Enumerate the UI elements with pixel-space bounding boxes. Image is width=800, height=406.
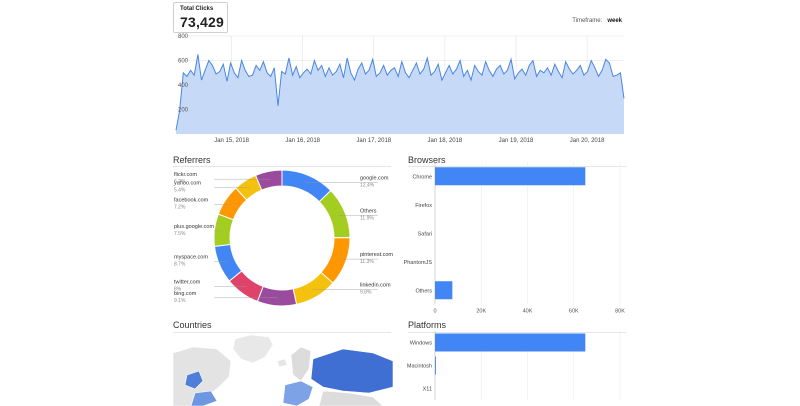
clicks-timeline-chart: 800 600 400 200 Jan 15, 2018 Jan 16, 2018 Jan … [175, 34, 625, 144]
slice-percent: 8% [174, 287, 182, 293]
bar-category-label: Others [415, 288, 432, 294]
x-tick-label: Jan 20, 2018 [570, 138, 605, 144]
bar-category-label: X11 [423, 387, 432, 393]
bar-category-label: Windows [410, 341, 433, 347]
map-europe [282, 380, 314, 406]
y-tick-label: 200 [178, 108, 189, 114]
bar-category-label: Chrome [412, 174, 432, 180]
y-tick-label: 400 [178, 83, 189, 89]
timeframe-selector[interactable]: Timeframe: week [572, 18, 622, 24]
countries-map [173, 335, 393, 406]
clicks-area [176, 54, 624, 134]
x-tick-label: Jan 17, 2018 [356, 138, 391, 144]
slice-percent: 5.4% [174, 188, 186, 194]
x-tick-label: Jan 18, 2018 [428, 138, 463, 144]
bar-category-label: Firefox [415, 203, 432, 209]
slice-label: myspace.com [174, 255, 208, 261]
y-tick-label: 600 [178, 59, 189, 65]
slice-label: Others [360, 208, 377, 214]
countries-title: Countries [173, 320, 212, 330]
total-clicks-card: Total Clicks 73,429 [173, 2, 228, 33]
platforms-bar-chart: Windows Macintosh X11 [407, 331, 621, 400]
y-tick-label: 800 [178, 34, 189, 40]
countries-divider [173, 332, 391, 333]
browsers-bar-chart: 0 20K 40K 60K 80K Chrome Firefox Safari PhantomJ… [404, 162, 625, 315]
timeframe-value[interactable]: week [607, 18, 622, 24]
donut-slice[interactable] [256, 285, 298, 307]
slice-percent: 7.5% [174, 231, 186, 237]
slice-percent: 11.3% [360, 259, 374, 265]
slice-label: pinterest.com [360, 252, 393, 258]
total-clicks-value: 73,429 [180, 14, 225, 30]
map-us-highlight [190, 390, 218, 406]
x-tick-label: Jan 15, 2018 [214, 138, 249, 144]
slice-percent: 7.2% [174, 205, 186, 211]
bar-x-tick: 20K [476, 309, 486, 315]
x-tick-label: Jan 16, 2018 [285, 138, 320, 144]
bar-category-label: PhantomJS [404, 260, 433, 266]
map-iceland [276, 358, 288, 368]
slice-label: twitter.com [174, 280, 201, 286]
bar[interactable] [435, 167, 586, 186]
bar-x-tick: 0 [433, 309, 436, 315]
map-asia [318, 390, 384, 406]
map-russia [310, 348, 393, 394]
total-clicks-label: Total Clicks [180, 6, 214, 12]
slice-label: linkedin.com [360, 283, 391, 289]
slice-percent: 12.4% [360, 183, 375, 189]
bar-category-label: Macintosh [407, 364, 432, 370]
slice-percent: 9.8% [360, 290, 372, 296]
bar-category-label: Safari [418, 231, 432, 237]
bar-x-tick: 80K [615, 309, 625, 315]
slice-percent: 6.2% [174, 179, 186, 185]
donut-slice[interactable] [292, 271, 334, 306]
x-tick-label: Jan 19, 2018 [499, 138, 534, 144]
referrers-donut-chart: google.com12.4% Others11.9% pinterest.com1… [174, 169, 393, 307]
bar-x-tick: 60K [569, 309, 579, 315]
bar[interactable] [435, 333, 586, 352]
slice-percent: 8.7% [174, 262, 186, 268]
slice-label: flickr.com [174, 172, 197, 178]
slice-percent: 11.9% [360, 215, 374, 221]
map-scandinavia [290, 346, 312, 382]
donut-slice[interactable] [318, 189, 351, 239]
bar[interactable] [435, 281, 453, 300]
donut-slice[interactable] [281, 169, 332, 203]
bar[interactable] [435, 356, 436, 375]
timeframe-label: Timeframe: [572, 18, 603, 24]
slice-percent: 9.1% [174, 298, 186, 304]
map-greenland [232, 335, 274, 364]
slice-label: facebook.com [174, 198, 209, 204]
slice-label: google.com [360, 176, 389, 182]
slice-label: plus.google.com [174, 224, 214, 230]
bar-x-tick: 40K [523, 309, 533, 315]
